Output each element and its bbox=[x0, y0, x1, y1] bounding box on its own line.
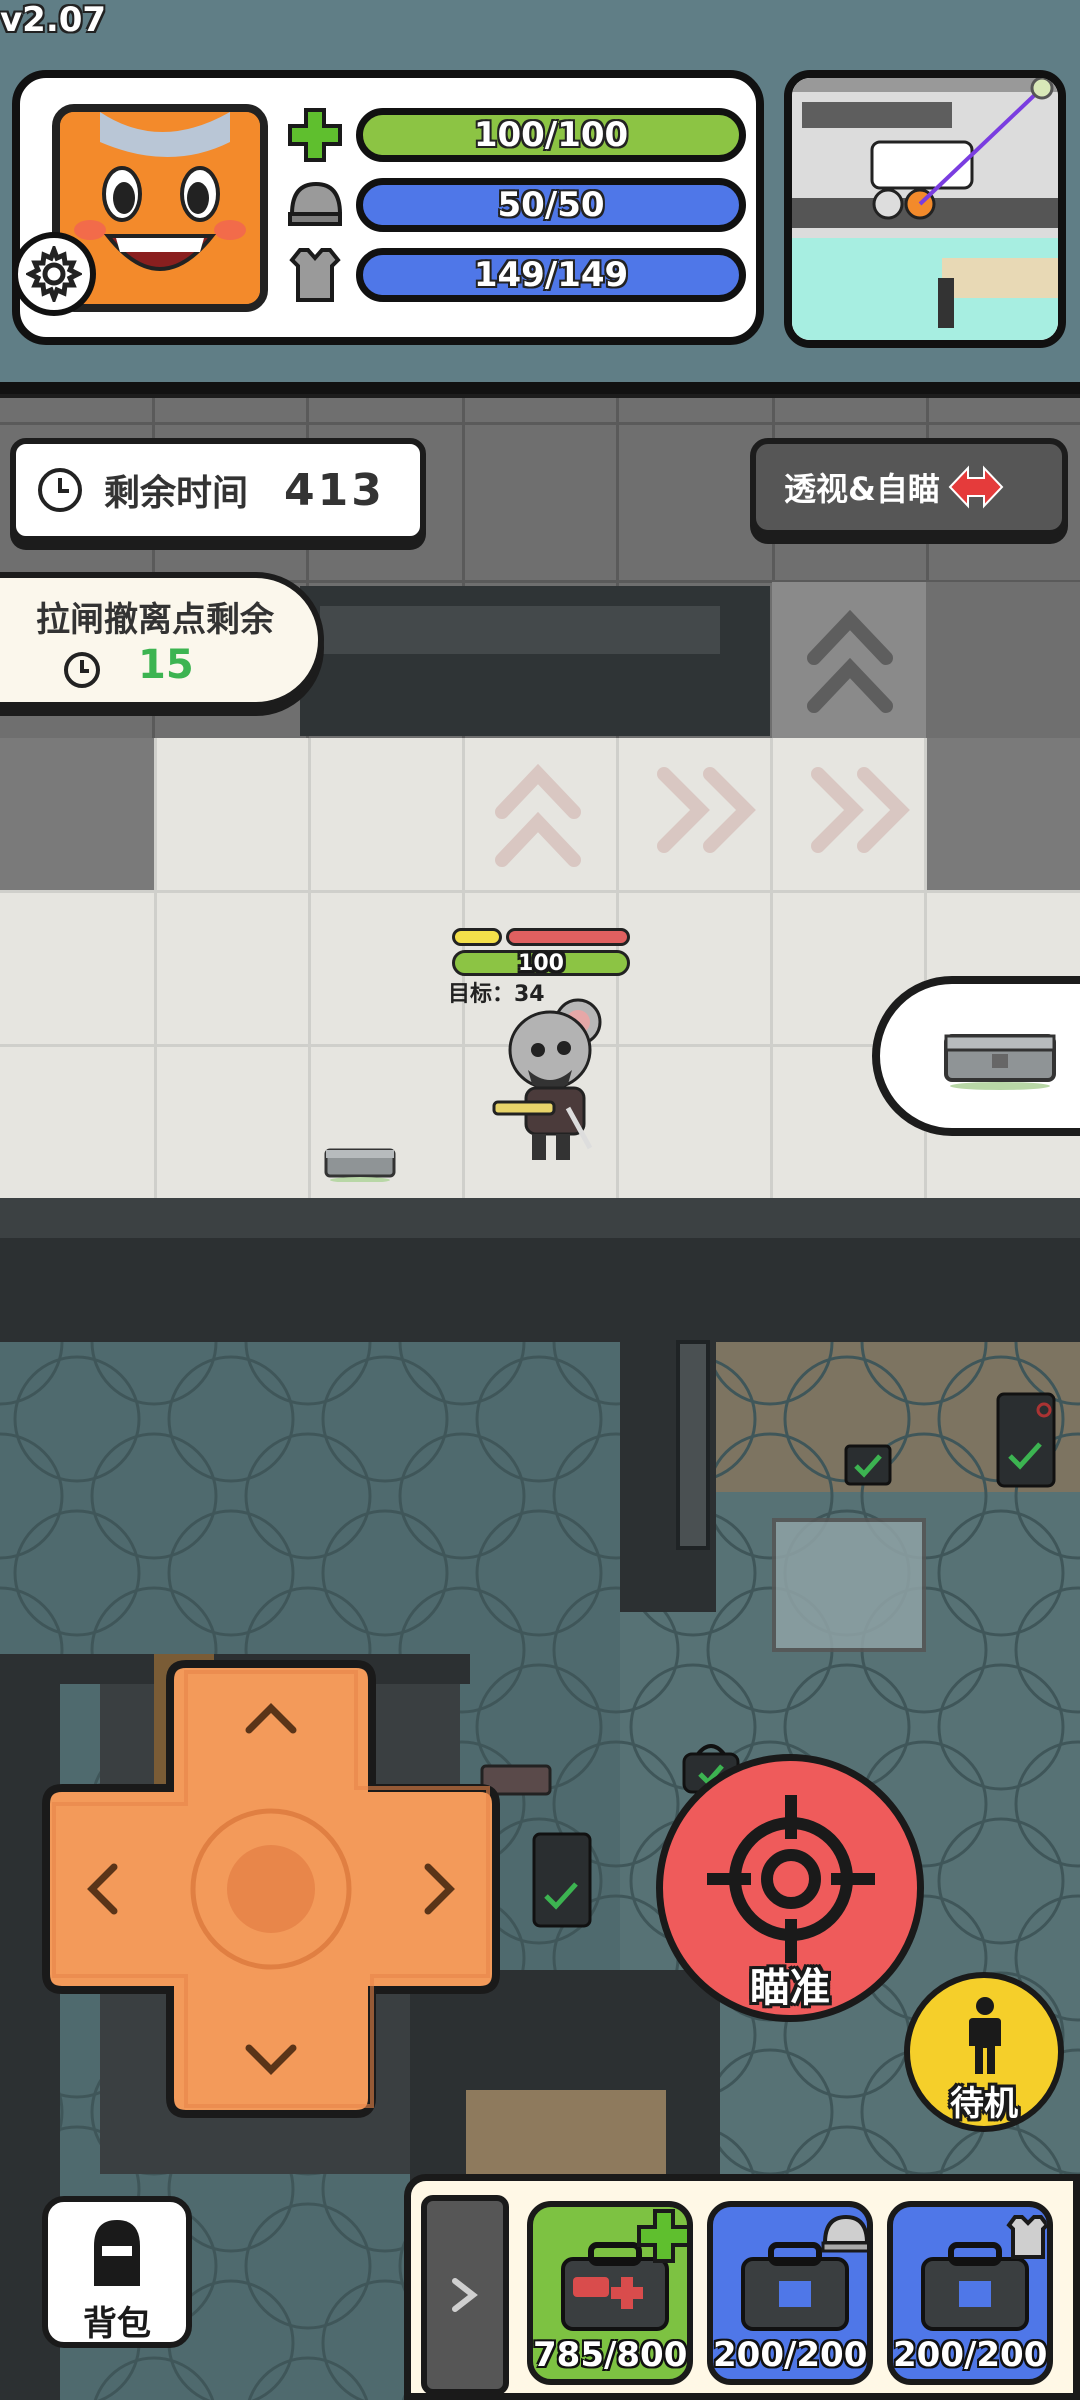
helmet-durability-bar: 50/50 bbox=[356, 178, 746, 232]
dpad-right-button[interactable] bbox=[420, 1859, 460, 1919]
helmet-value: 50/50 bbox=[497, 185, 605, 225]
gear-icon bbox=[26, 246, 82, 302]
player-status-panel: 100/100 50/50 149/149 bbox=[12, 70, 764, 345]
quick-slot-medkit[interactable]: 785/800 bbox=[527, 2201, 693, 2385]
nearby-loot-indicator[interactable] bbox=[872, 976, 1080, 1136]
quick-item-bar: 785/800 200/200 200/200 bbox=[404, 2174, 1080, 2400]
mouse-soldier-icon bbox=[492, 998, 602, 1160]
health-value: 100/100 bbox=[473, 115, 629, 155]
helmet-icon bbox=[821, 2214, 867, 2253]
quick-slot-helmet-kit[interactable]: 200/200 bbox=[707, 2201, 873, 2385]
time-remaining-value: 413 bbox=[284, 464, 385, 516]
quickbar-expand-button[interactable] bbox=[421, 2195, 509, 2395]
aim-label: 瞄准 bbox=[750, 1965, 830, 2011]
standing-person-icon bbox=[969, 1997, 1001, 2074]
medkit-count: 785/800 bbox=[533, 2335, 688, 2375]
player-stamina-bar bbox=[506, 928, 630, 946]
chevron-up-floor-icon bbox=[495, 763, 581, 867]
player-ammo-bar bbox=[452, 928, 502, 946]
aim-button[interactable]: 瞄准 bbox=[656, 1754, 924, 2022]
dpad-left-button[interactable] bbox=[82, 1859, 122, 1919]
helmet-kit-count: 200/200 bbox=[713, 2335, 868, 2375]
player-character: 100 目标：34 bbox=[448, 926, 638, 1160]
quick-slot-armor-kit[interactable]: 200/200 bbox=[887, 2201, 1053, 2385]
locker-icon[interactable] bbox=[994, 1390, 1058, 1490]
chevron-right-floor-icon bbox=[657, 767, 756, 853]
settings-button[interactable] bbox=[12, 232, 96, 316]
backpack-label: 背包 bbox=[83, 2304, 151, 2344]
chevron-up-floor-icon bbox=[807, 609, 893, 713]
body-armor-icon bbox=[1006, 2215, 1047, 2259]
minimap[interactable] bbox=[784, 70, 1066, 348]
health-cross-icon bbox=[637, 2209, 687, 2263]
armor-value: 149/149 bbox=[473, 255, 629, 295]
standby-button[interactable]: 待机 bbox=[904, 1972, 1064, 2132]
xray-aimbot-button[interactable]: 透视&自瞄 bbox=[750, 438, 1068, 536]
header-divider bbox=[0, 382, 1080, 394]
extraction-value: 15 bbox=[138, 642, 194, 688]
game-screen: 100 目标：34 v2.07 100/100 50/50 149/149 剩余… bbox=[0, 0, 1080, 2400]
armor-durability-bar: 149/149 bbox=[356, 248, 746, 302]
crosshair-icon bbox=[707, 1795, 875, 1963]
extraction-timer-panel: 拉闸撤离点剩余 15 bbox=[0, 572, 324, 708]
extraction-label: 拉闸撤离点剩余 bbox=[36, 600, 274, 640]
locker-icon[interactable] bbox=[530, 1830, 594, 1930]
dpad-up-button[interactable] bbox=[241, 1698, 301, 1738]
backpack-button[interactable]: 背包 bbox=[42, 2196, 192, 2348]
player-hp-text: 100 bbox=[518, 950, 564, 976]
chevron-right-floor-icon bbox=[811, 767, 910, 853]
health-bar: 100/100 bbox=[356, 108, 746, 162]
helmet-icon bbox=[288, 181, 343, 226]
time-remaining-label: 剩余时间 bbox=[104, 473, 249, 514]
standby-label: 待机 bbox=[950, 2084, 1018, 2124]
dpad-down-button[interactable] bbox=[241, 2040, 301, 2080]
clock-icon bbox=[38, 468, 82, 512]
clock-icon bbox=[64, 652, 100, 688]
loot-crate-icon bbox=[944, 1034, 1056, 1090]
loot-crate-icon[interactable] bbox=[322, 1142, 398, 1182]
loot-box-icon[interactable] bbox=[842, 1440, 894, 1488]
body-armor-icon bbox=[289, 248, 341, 302]
movement-dpad[interactable] bbox=[36, 1654, 506, 2124]
xray-aimbot-label: 透视&自瞄 bbox=[784, 470, 940, 508]
player-hp-bar: 100 bbox=[452, 950, 630, 976]
health-cross-icon bbox=[288, 108, 342, 162]
minimap-render bbox=[792, 78, 1058, 340]
chevron-right-icon bbox=[452, 2278, 478, 2312]
armor-kit-count: 200/200 bbox=[893, 2335, 1048, 2375]
version-label: v2.07 bbox=[0, 0, 107, 40]
time-remaining-panel: 剩余时间 413 bbox=[10, 438, 426, 542]
backpack-icon bbox=[94, 2220, 140, 2286]
red-arrows-icon bbox=[948, 465, 1004, 509]
